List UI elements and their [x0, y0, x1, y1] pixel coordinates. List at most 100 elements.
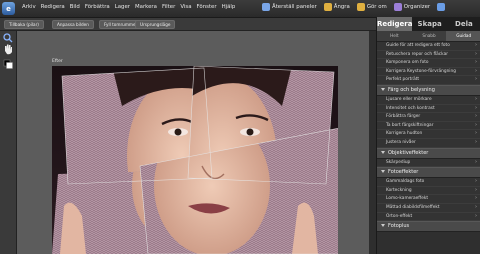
guided-item-label: Korteckning: [386, 187, 412, 193]
panel-tabs: Redigera Skapa Dela: [377, 17, 480, 31]
section-title: Färg och belysning: [388, 86, 435, 93]
menubar-action-återställ-paneler[interactable]: Återställ paneler: [262, 3, 317, 11]
menu-item[interactable]: Hjälp: [222, 4, 236, 10]
guided-item-label: Ta bort färgskiftningar: [386, 122, 434, 128]
menu-item[interactable]: Filter: [162, 4, 175, 10]
section-header[interactable]: Objektiveffekter: [377, 147, 480, 159]
canvas-vertical-scrollbar[interactable]: [369, 31, 376, 254]
panel-tab[interactable]: Dela: [447, 17, 480, 31]
chevron-right-icon: ›: [475, 186, 477, 193]
expand-triangle-icon: [381, 150, 385, 154]
menu-item[interactable]: Markera: [135, 4, 157, 10]
menu-item[interactable]: Visa: [180, 4, 191, 10]
panel-tab[interactable]: Redigera: [377, 17, 413, 31]
menubar-action-label: Ångra: [333, 4, 350, 10]
edit-panel: Redigera Skapa Dela Helt Snabb Guidad Guide …: [376, 17, 480, 254]
section-header[interactable]: Fotoplus: [377, 221, 480, 233]
menubar-action-organizer[interactable]: Organizer: [393, 3, 431, 11]
guided-item[interactable]: Komponera om foto ›: [377, 59, 480, 68]
chevron-right-icon: ›: [475, 67, 477, 74]
menubar-action-label: Organizer: [403, 4, 431, 10]
main-menu: Arkiv Redigera Bild Förbättra Lager Markera Fi…: [22, 4, 235, 10]
chevron-right-icon: ›: [475, 203, 477, 210]
menubar-action-ångra[interactable]: Ångra: [323, 3, 350, 11]
chevron-right-icon: ›: [475, 104, 477, 111]
options-bar-button[interactable]: Tillbaka (pilar): [4, 20, 44, 29]
guided-item-label: Retuschera repor och fläckar: [386, 51, 448, 57]
chevron-right-icon: ›: [475, 95, 477, 102]
expand-triangle-icon: [381, 87, 385, 91]
panel-subtab[interactable]: Snabb: [412, 31, 447, 41]
guided-sections: Guide för att redigera ett foto › Retusche…: [377, 42, 480, 233]
app-logo: e: [2, 2, 15, 15]
section-header[interactable]: Fotoeffekter: [377, 167, 480, 179]
color-swatch-icon[interactable]: [3, 59, 13, 69]
guided-item[interactable]: Intensitet och kontrast ›: [377, 104, 480, 114]
guided-item-label: Guide för att redigera ett foto: [386, 43, 450, 48]
guided-item-label: Mättad diabildsfilmeffekt: [386, 204, 440, 210]
section-title: Fotoplus: [388, 223, 410, 230]
hand-tool-icon[interactable]: [5, 44, 12, 55]
document-label: Efter: [52, 59, 63, 64]
guided-item-label: Komponera om foto: [386, 60, 429, 66]
guided-item[interactable]: Orton-effekt ›: [377, 212, 480, 222]
guided-item-label: Perfekt porträtt: [386, 77, 420, 83]
menu-item[interactable]: Fönster: [197, 4, 217, 10]
organizer-icon: [393, 3, 402, 11]
chevron-right-icon: ›: [475, 42, 477, 48]
menu-item[interactable]: Bild: [70, 4, 80, 10]
photo-canvas[interactable]: [52, 66, 338, 254]
guided-item[interactable]: Lomo-kameraeffekt ›: [377, 195, 480, 204]
zoom-tool-icon[interactable]: [3, 33, 13, 43]
guided-item[interactable]: Ta bort färgskiftningar ›: [377, 121, 480, 131]
chevron-right-icon: ›: [475, 195, 477, 202]
expand-triangle-icon: [381, 170, 385, 174]
guided-item[interactable]: Korrigera hudton ›: [377, 130, 480, 139]
guided-item[interactable]: Förbättra färger ›: [377, 113, 480, 122]
guided-item[interactable]: Gammaldags foto ›: [377, 178, 480, 187]
recomposed-portrait-image: [52, 66, 338, 254]
undo-icon: [323, 3, 332, 11]
guided-item-label: Ljusare eller mörkare: [386, 96, 432, 102]
menubar-action-gör-om[interactable]: Gör om: [356, 3, 387, 11]
guided-item[interactable]: Korrigera Keystone-förvrängning ›: [377, 67, 480, 77]
guided-item-label: Intensitet och kontrast: [386, 105, 435, 111]
guided-item[interactable]: Mättad diabildsfilmeffekt ›: [377, 203, 480, 213]
options-bar-button[interactable]: Ursprungsläge: [135, 20, 176, 29]
menu-item[interactable]: Förbättra: [85, 4, 110, 10]
chevron-right-icon: ›: [475, 113, 477, 120]
options-bar-button[interactable]: Anpassa bilden: [52, 20, 94, 29]
tool-bar: [0, 31, 17, 254]
guided-item-label: Justera nivåer: [386, 139, 416, 145]
chevron-right-icon: ›: [475, 178, 477, 185]
guided-item[interactable]: Skärpediup ›: [377, 158, 480, 168]
chevron-right-icon: ›: [475, 50, 477, 57]
guided-item[interactable]: Guide för att redigera ett foto ›: [377, 42, 480, 51]
guided-item[interactable]: Korteckning ›: [377, 186, 480, 196]
app-logo-letter: e: [6, 4, 11, 13]
chevron-right-icon: ›: [475, 121, 477, 128]
menubar-action-home[interactable]: [437, 3, 446, 11]
panel-subtab[interactable]: Helt: [377, 31, 412, 41]
guided-item[interactable]: Justera nivåer ›: [377, 138, 480, 148]
redo-icon: [356, 3, 365, 11]
guided-item[interactable]: Perfekt porträtt ›: [377, 76, 480, 85]
section-header[interactable]: Färg och belysning: [377, 84, 480, 96]
guided-item-label: Korrigera Keystone-förvrängning: [386, 68, 456, 74]
panel-subtab[interactable]: Guidad: [446, 31, 480, 41]
guided-item[interactable]: Ljusare eller mörkare ›: [377, 95, 480, 105]
chevron-right-icon: ›: [475, 158, 477, 165]
tool-icons: [3, 33, 13, 69]
menu-item[interactable]: Lager: [115, 4, 130, 10]
menu-item[interactable]: Redigera: [41, 4, 65, 10]
guided-item-label: Gammaldags foto: [386, 179, 425, 185]
guided-item[interactable]: Retuschera repor och fläckar ›: [377, 50, 480, 60]
menu-item[interactable]: Arkiv: [22, 4, 36, 10]
panel-subtabs: Helt Snabb Guidad: [377, 31, 480, 42]
home-icon: [437, 3, 446, 11]
reset-panels-icon: [262, 3, 270, 11]
guided-item-label: Skärpediup: [386, 159, 411, 165]
chevron-right-icon: ›: [475, 130, 477, 137]
menubar-action-label: Återställ paneler: [272, 4, 317, 10]
panel-tab[interactable]: Skapa: [412, 17, 446, 31]
